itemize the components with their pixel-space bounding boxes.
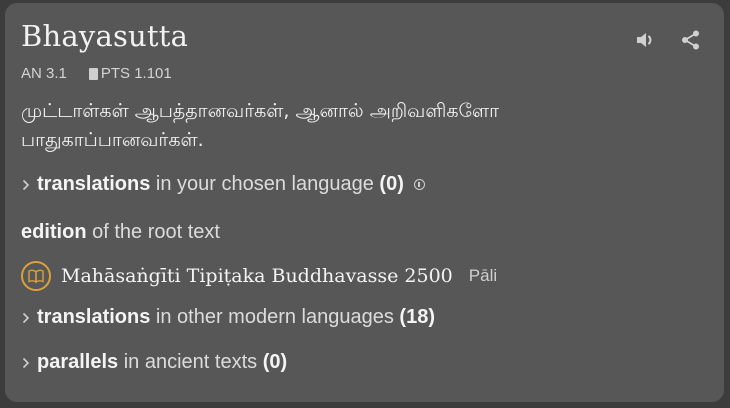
chevron-right-icon	[19, 356, 33, 370]
translations-chosen-label: translations	[37, 173, 151, 195]
book-icon	[88, 67, 98, 80]
pts-reference: PTS 1.101	[88, 65, 172, 82]
card-tools	[634, 29, 702, 51]
root-text-language: Pāli	[468, 266, 498, 285]
pts-label: PTS 1.101	[100, 65, 172, 82]
chevron-right-icon	[19, 311, 33, 325]
edition-text: of the root text	[86, 221, 220, 243]
translations-other-text: in other modern languages	[150, 306, 400, 328]
translations-chosen-toggle[interactable]: translations in your chosen language (0)	[19, 173, 425, 196]
translations-chosen-text: in your chosen language	[150, 173, 380, 195]
sutta-card: Bhayasutta AN 3.1 PTS 1.101 முட்டாள்கள் …	[5, 3, 724, 402]
chevron-right-icon	[19, 178, 33, 192]
speaker-icon[interactable]	[634, 29, 656, 51]
parallels-toggle[interactable]: parallels in ancient texts (0)	[19, 351, 287, 374]
book-open-icon	[21, 261, 51, 291]
edition-heading: edition of the root text	[21, 221, 220, 244]
translations-other-label: translations	[37, 306, 151, 328]
sutta-blurb: முட்டாள்கள் ஆபத்தானவர்கள், ஆனால் அறிவளிக…	[21, 100, 500, 151]
translations-other-toggle[interactable]: translations in other modern languages (…	[19, 306, 435, 329]
root-text-title: Mahāsaṅgīti Tipiṭaka Buddhavasse 2500	[61, 265, 453, 287]
sutta-title: Bhayasutta	[21, 19, 189, 53]
info-icon[interactable]	[413, 179, 425, 190]
translations-other-count: (18)	[399, 306, 435, 328]
share-icon[interactable]	[680, 29, 702, 51]
parallels-label: parallels	[37, 351, 119, 373]
sutta-meta: AN 3.1 PTS 1.101	[21, 65, 172, 82]
root-text-link[interactable]: Mahāsaṅgīti Tipiṭaka Buddhavasse 2500 Pā…	[21, 261, 497, 291]
parallels-text: in ancient texts	[118, 351, 263, 373]
sutta-id: AN 3.1	[21, 65, 67, 82]
translations-chosen-count: (0)	[379, 173, 404, 195]
edition-label: edition	[21, 221, 87, 243]
parallels-count: (0)	[262, 351, 288, 373]
